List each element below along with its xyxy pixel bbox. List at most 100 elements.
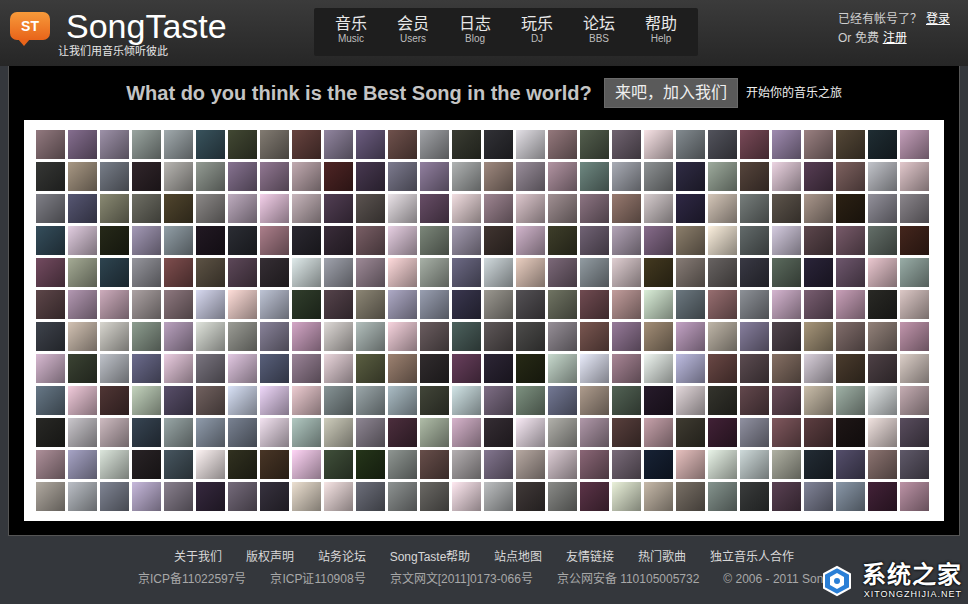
avatar-photo[interactable] (324, 162, 353, 191)
nav-sublabel[interactable]: Blog (465, 33, 485, 45)
avatar-photo[interactable] (900, 354, 929, 383)
avatar-photo[interactable] (100, 258, 129, 287)
avatar-photo[interactable] (68, 258, 97, 287)
avatar-photo[interactable] (100, 290, 129, 319)
avatar-photo[interactable] (388, 482, 417, 511)
avatar-photo[interactable] (836, 130, 865, 159)
avatar-photo[interactable] (68, 354, 97, 383)
avatar-photo[interactable] (356, 162, 385, 191)
nav-label[interactable]: 论坛 (583, 14, 615, 33)
avatar-photo[interactable] (356, 290, 385, 319)
avatar-photo[interactable] (740, 258, 769, 287)
avatar-photo[interactable] (420, 386, 449, 415)
avatar-photo[interactable] (260, 450, 289, 479)
avatar-photo[interactable] (740, 450, 769, 479)
avatar-photo[interactable] (676, 226, 705, 255)
avatar-photo[interactable] (868, 418, 897, 447)
avatar-photo[interactable] (868, 354, 897, 383)
avatar-photo[interactable] (196, 386, 225, 415)
avatar-photo[interactable] (68, 226, 97, 255)
avatar-photo[interactable] (804, 258, 833, 287)
avatar-photo[interactable] (36, 354, 65, 383)
avatar-photo[interactable] (708, 130, 737, 159)
avatar-photo[interactable] (420, 194, 449, 223)
avatar-photo[interactable] (452, 130, 481, 159)
avatar-photo[interactable] (580, 450, 609, 479)
avatar-photo[interactable] (36, 290, 65, 319)
avatar-photo[interactable] (164, 418, 193, 447)
avatar-photo[interactable] (868, 386, 897, 415)
avatar-photo[interactable] (836, 194, 865, 223)
avatar-photo[interactable] (900, 418, 929, 447)
avatar-photo[interactable] (420, 482, 449, 511)
avatar-photo[interactable] (548, 386, 577, 415)
join-button[interactable]: 来吧，加入我们 (604, 78, 738, 108)
avatar-photo[interactable] (516, 322, 545, 351)
avatar-photo[interactable] (132, 482, 161, 511)
avatar-photo[interactable] (164, 162, 193, 191)
footer-link[interactable]: 站点地图 (494, 548, 542, 566)
avatar-photo[interactable] (676, 258, 705, 287)
avatar-photo[interactable] (804, 482, 833, 511)
avatar-photo[interactable] (548, 482, 577, 511)
avatar-photo[interactable] (68, 450, 97, 479)
avatar-photo[interactable] (548, 194, 577, 223)
avatar-photo[interactable] (676, 482, 705, 511)
avatar-photo[interactable] (420, 226, 449, 255)
avatar-photo[interactable] (548, 290, 577, 319)
avatar-photo[interactable] (420, 322, 449, 351)
avatar-photo[interactable] (804, 194, 833, 223)
footer-link[interactable]: 热门歌曲 (638, 548, 686, 566)
avatar-photo[interactable] (868, 130, 897, 159)
avatar-photo[interactable] (900, 226, 929, 255)
avatar-photo[interactable] (228, 482, 257, 511)
avatar-photo[interactable] (164, 354, 193, 383)
avatar-photo[interactable] (900, 450, 929, 479)
avatar-photo[interactable] (196, 450, 225, 479)
avatar-photo[interactable] (772, 258, 801, 287)
avatar-photo[interactable] (580, 418, 609, 447)
avatar-photo[interactable] (388, 162, 417, 191)
site-logo[interactable]: ST SongTaste 让我们用音乐倾听彼此 (10, 0, 310, 58)
avatar-photo[interactable] (324, 354, 353, 383)
avatar-photo[interactable] (484, 162, 513, 191)
avatar-photo[interactable] (548, 258, 577, 287)
avatar-photo[interactable] (132, 354, 161, 383)
nav-item[interactable]: 音乐Music (320, 8, 382, 56)
avatar-photo[interactable] (516, 130, 545, 159)
avatar-photo[interactable] (676, 354, 705, 383)
avatar-photo[interactable] (260, 482, 289, 511)
avatar-photo[interactable] (228, 130, 257, 159)
avatar-photo[interactable] (356, 354, 385, 383)
avatar-photo[interactable] (420, 258, 449, 287)
avatar-photo[interactable] (36, 194, 65, 223)
avatar-photo[interactable] (452, 386, 481, 415)
avatar-photo[interactable] (580, 258, 609, 287)
footer-link[interactable]: 独立音乐人合作 (710, 548, 794, 566)
avatar-photo[interactable] (708, 450, 737, 479)
avatar-photo[interactable] (356, 418, 385, 447)
avatar-photo[interactable] (484, 482, 513, 511)
avatar-photo[interactable] (292, 290, 321, 319)
nav-sublabel[interactable]: BBS (589, 33, 609, 45)
avatar-photo[interactable] (484, 386, 513, 415)
avatar-photo[interactable] (196, 322, 225, 351)
avatar-photo[interactable] (580, 386, 609, 415)
avatar-photo[interactable] (196, 226, 225, 255)
avatar-photo[interactable] (612, 322, 641, 351)
avatar-photo[interactable] (484, 354, 513, 383)
nav-label[interactable]: 帮助 (645, 14, 677, 33)
avatar-photo[interactable] (484, 226, 513, 255)
avatar-photo[interactable] (36, 130, 65, 159)
nav-item[interactable]: 日志Blog (444, 8, 506, 56)
avatar-photo[interactable] (420, 354, 449, 383)
avatar-photo[interactable] (644, 226, 673, 255)
avatar-photo[interactable] (836, 290, 865, 319)
logo-badge-icon[interactable]: ST (10, 12, 50, 40)
avatar-photo[interactable] (420, 450, 449, 479)
avatar-photo[interactable] (612, 482, 641, 511)
footer-link[interactable]: 站务论坛 (318, 548, 366, 566)
nav-sublabel[interactable]: DJ (531, 33, 543, 45)
avatar-photo[interactable] (516, 258, 545, 287)
login-link[interactable]: 登录 (926, 10, 950, 29)
